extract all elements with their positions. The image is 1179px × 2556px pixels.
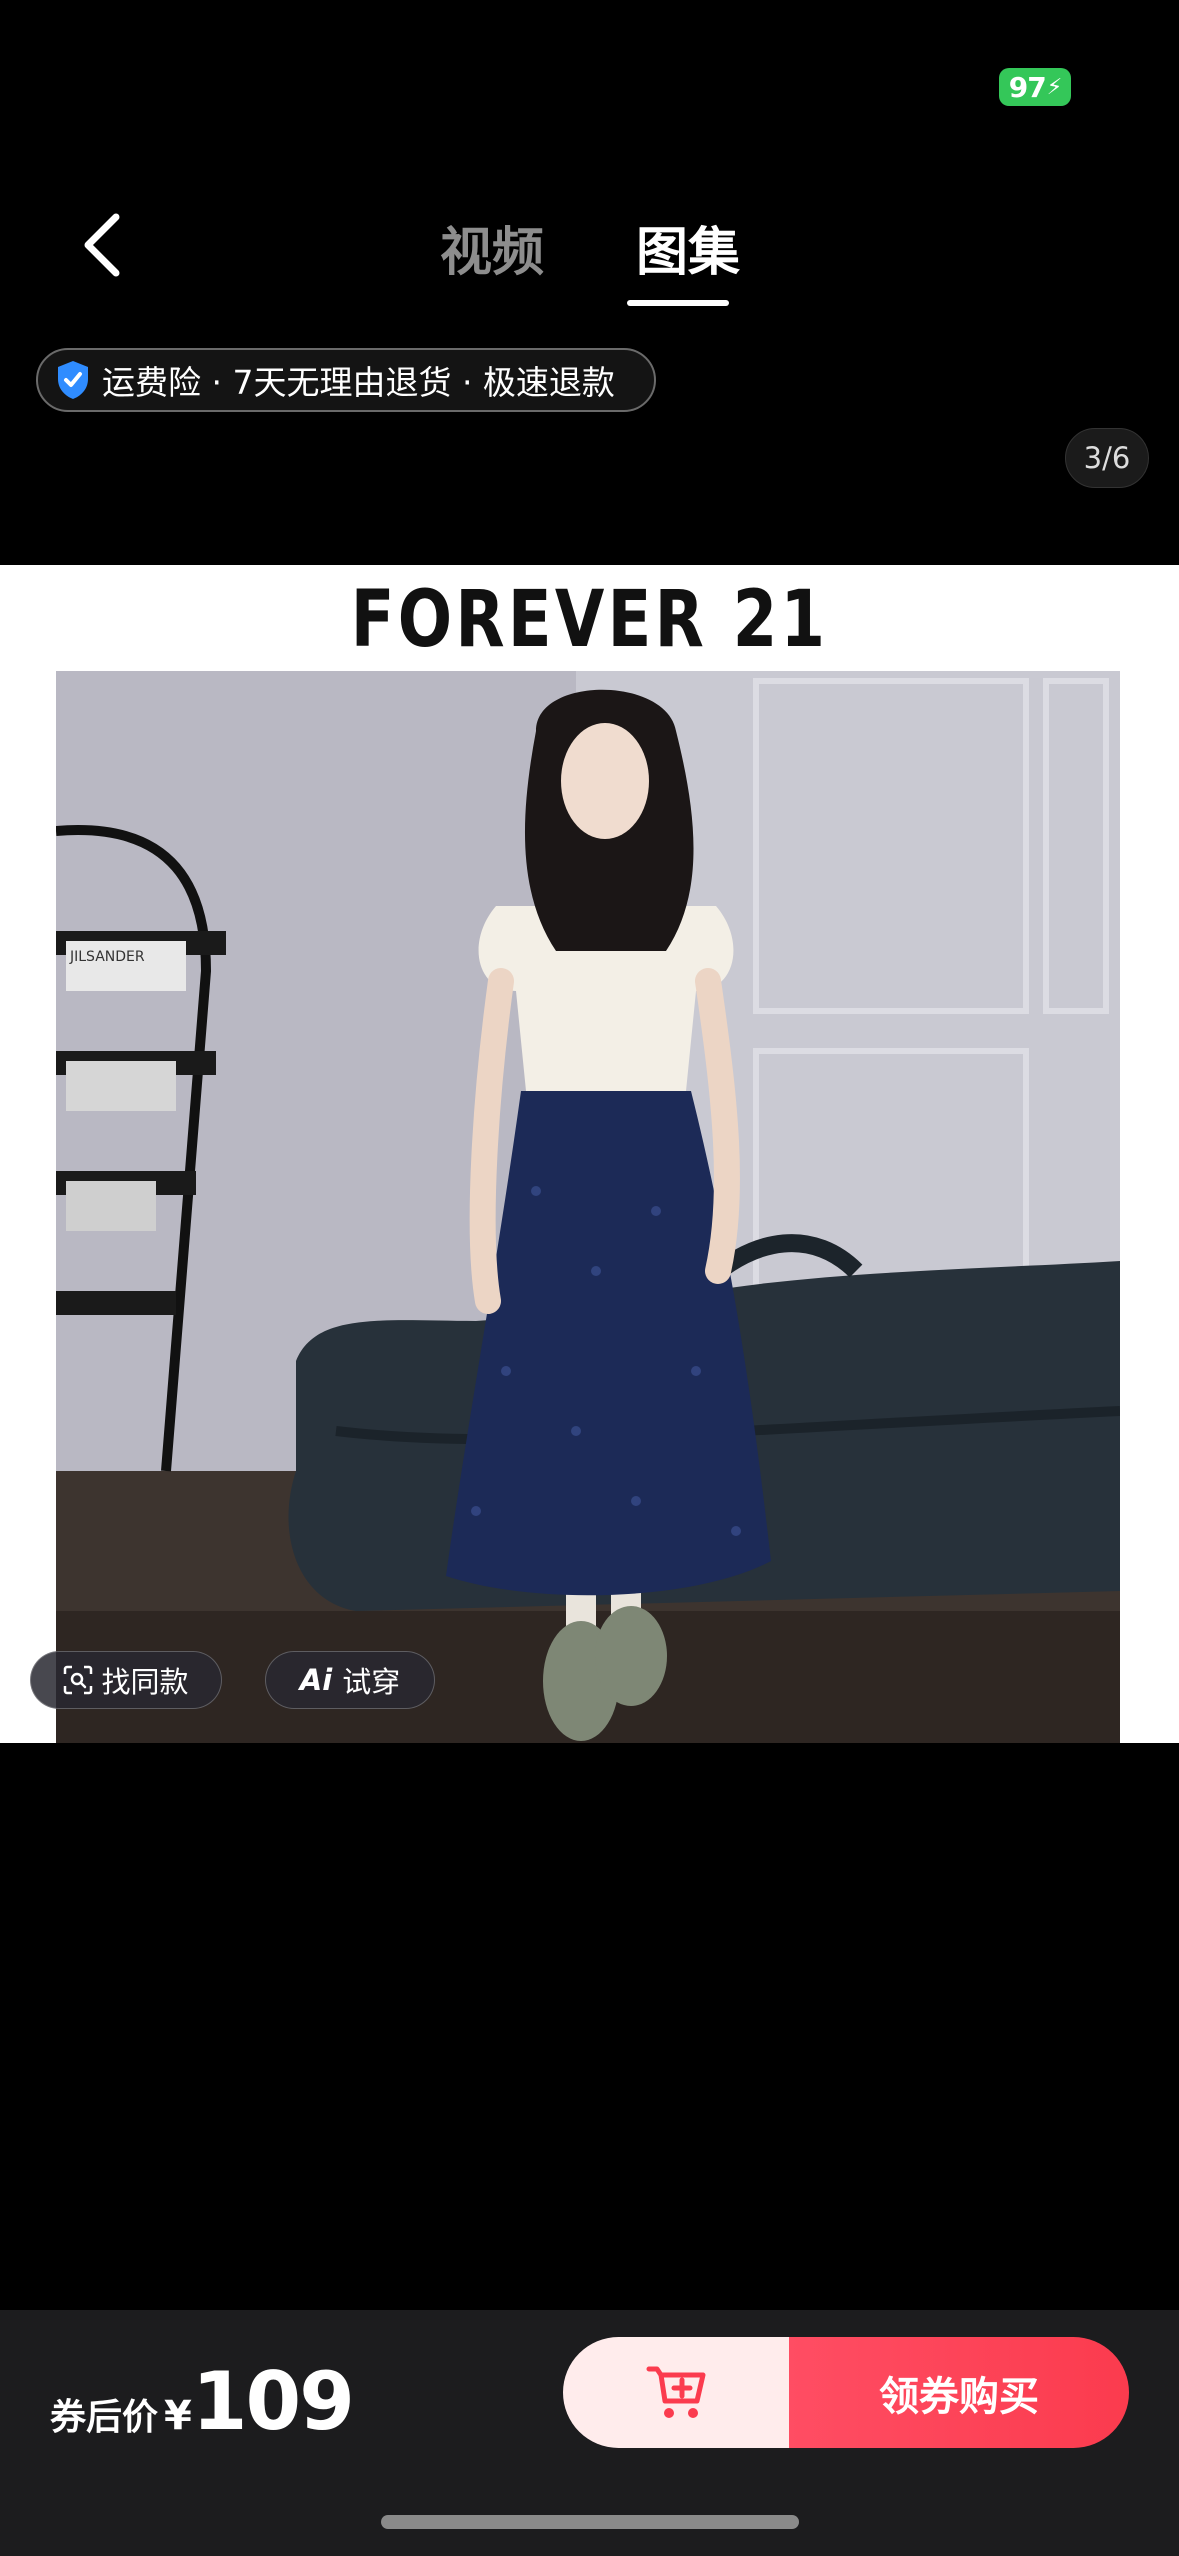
battery-level: 97 [1008,70,1047,104]
coupon-buy-label: 领券购买 [879,2373,1039,2420]
ai-tryon-button[interactable]: Ai 试穿 [265,1651,435,1709]
battery-indicator: 97 ⚡ [999,68,1071,106]
coupon-buy-button[interactable]: 领券购买 [789,2337,1129,2448]
back-chevron-icon [84,213,120,277]
model-photo: JILSANDER [56,671,1120,1743]
service-guarantee-pill[interactable]: 运费险 · 7天无理由退货 · 极速退款 [36,348,656,412]
cart-plus-icon [646,2366,705,2418]
magazine-label: JILSANDER [69,949,145,965]
image-page-counter: 3/6 [1065,428,1149,488]
find-similar-button[interactable]: 找同款 [30,1651,222,1709]
price-block: 券后价 ¥ 109 [50,2355,355,2448]
ai-icon: Ai [299,1663,333,1697]
service-guarantee-text: 运费险 · 7天无理由退货 · 极速退款 [102,363,615,402]
tab-video[interactable]: 视频 [440,210,544,285]
find-similar-label: 找同款 [101,1665,189,1699]
product-image[interactable]: FOREVER 21 JILSANDER [0,565,1179,1743]
shield-check-icon [58,361,88,399]
add-to-cart-button[interactable] [563,2337,790,2448]
home-indicator[interactable] [381,2515,799,2529]
charging-bolt-icon: ⚡ [1046,74,1062,100]
active-tab-indicator [627,300,729,306]
scan-icon [64,1665,93,1695]
price-currency: ¥ [164,2393,192,2439]
brand-logo: FOREVER 21 [350,575,829,665]
price-label: 券后价 [50,2397,159,2438]
model-photo-illustration: JILSANDER [56,671,1120,1743]
price-value: 109 [191,2355,355,2448]
tab-gallery[interactable]: 图集 [636,210,740,285]
ai-tryon-label: 试穿 [342,1665,401,1699]
back-button[interactable] [68,205,132,285]
